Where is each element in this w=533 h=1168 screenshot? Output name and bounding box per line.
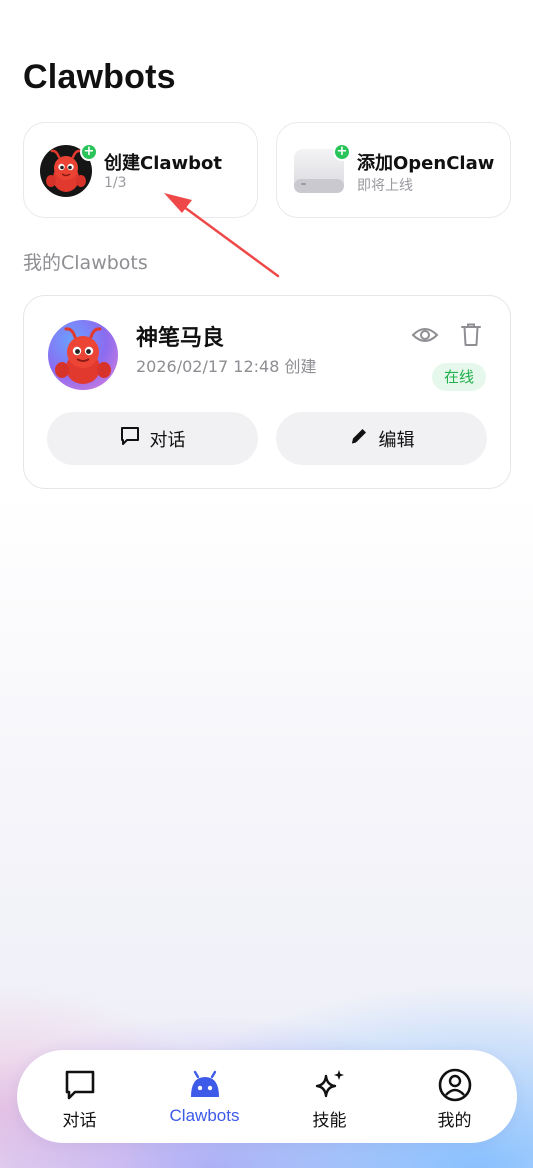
create-clawbot-title: 创建Clawbot bbox=[104, 153, 223, 174]
nav-item-skills[interactable]: 技能 bbox=[267, 1050, 392, 1143]
nav-label-skills: 技能 bbox=[312, 1111, 347, 1131]
chat-bubble-icon bbox=[120, 426, 140, 451]
chat-button[interactable]: 对话 bbox=[47, 412, 258, 465]
red-lobster-avatar-icon: + bbox=[40, 143, 98, 197]
plus-icon: + bbox=[80, 143, 98, 161]
add-openclaw-title: 添加OpenClaw bbox=[357, 153, 495, 174]
nav-label-clawbots: Clawbots bbox=[169, 1106, 240, 1125]
plus-icon: + bbox=[333, 143, 351, 161]
trash-icon[interactable] bbox=[456, 320, 486, 350]
sparkle-icon bbox=[313, 1068, 347, 1102]
coming-soon-label: 即将上线 bbox=[357, 178, 413, 194]
edit-button-label: 编辑 bbox=[378, 429, 415, 451]
clawbot-card[interactable]: 神笔马良 2026/02/17 12:48 创建 在线 对话 编辑 bbox=[23, 295, 511, 489]
nav-item-chat[interactable]: 对话 bbox=[17, 1050, 142, 1143]
bottom-nav: 对话 Clawbots 技能 我的 bbox=[17, 1050, 517, 1143]
nav-item-clawbots[interactable]: Clawbots bbox=[142, 1050, 267, 1143]
clawbot-quota: 1/3 bbox=[104, 175, 127, 191]
nav-item-me[interactable]: 我的 bbox=[392, 1050, 517, 1143]
clawbots-page: Clawbots + 创建Clawbot 1/3 + 添加OpenClaw 即将… bbox=[0, 0, 533, 1168]
user-circle-icon bbox=[438, 1068, 472, 1102]
mini-pc-device-icon: + bbox=[293, 143, 351, 197]
chat-button-label: 对话 bbox=[149, 429, 186, 451]
status-badge: 在线 bbox=[432, 363, 487, 391]
my-clawbots-heading: 我的Clawbots bbox=[23, 252, 148, 274]
nav-label-chat: 对话 bbox=[62, 1111, 97, 1131]
bot-name: 神笔马良 bbox=[136, 326, 225, 351]
eye-icon[interactable] bbox=[410, 320, 440, 350]
bot-created-time: 2026/02/17 12:48 创建 bbox=[136, 357, 317, 376]
add-openclaw-card[interactable]: + 添加OpenClaw 即将上线 bbox=[276, 122, 511, 218]
robot-icon bbox=[188, 1068, 222, 1102]
edit-button[interactable]: 编辑 bbox=[276, 412, 487, 465]
pencil-icon bbox=[349, 426, 369, 451]
chat-bubble-icon bbox=[63, 1068, 97, 1102]
nav-label-me: 我的 bbox=[437, 1111, 472, 1131]
bot-avatar bbox=[48, 320, 118, 390]
page-title: Clawbots bbox=[23, 58, 176, 96]
create-clawbot-card[interactable]: + 创建Clawbot 1/3 bbox=[23, 122, 258, 218]
